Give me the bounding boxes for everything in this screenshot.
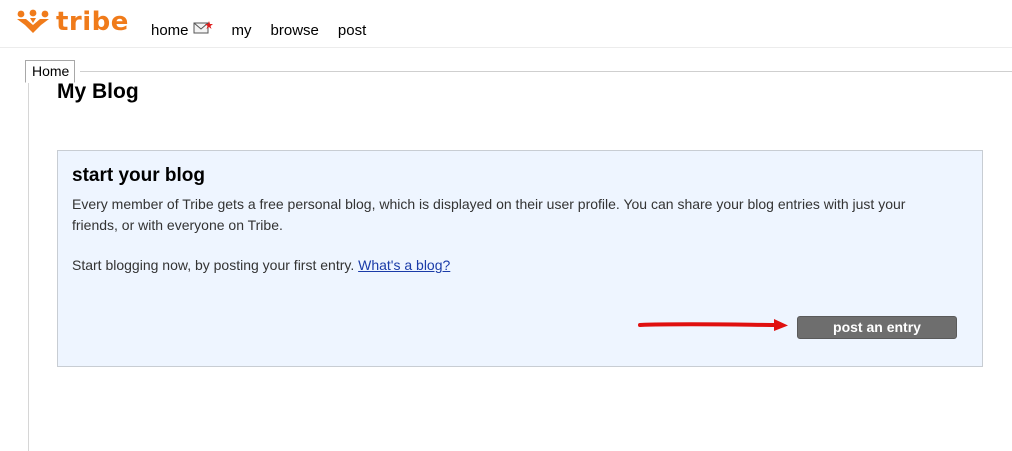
tribe-logo[interactable]: tribe bbox=[16, 9, 129, 35]
page: tribe home my browse post Home My Blog s… bbox=[0, 0, 1012, 451]
panel-cta: Start blogging now, by posting your firs… bbox=[72, 257, 450, 273]
cta-text: Start blogging now, by posting your firs… bbox=[72, 257, 355, 273]
page-title: My Blog bbox=[57, 80, 139, 103]
logo-wordmark: tribe bbox=[56, 7, 129, 37]
annotation-arrow-icon bbox=[638, 319, 788, 331]
nav-browse[interactable]: browse bbox=[271, 22, 319, 39]
start-blog-panel: start your blog Every member of Tribe ge… bbox=[57, 150, 983, 367]
main-nav: home my browse post bbox=[151, 21, 385, 39]
post-an-entry-button[interactable]: post an entry bbox=[797, 316, 957, 339]
nav-home[interactable]: home bbox=[151, 21, 213, 39]
nav-my[interactable]: my bbox=[232, 22, 252, 39]
top-navigation-bar: tribe home my browse post bbox=[0, 0, 1012, 48]
panel-title: start your blog bbox=[72, 165, 206, 186]
tab-home[interactable]: Home bbox=[25, 60, 76, 83]
whats-a-blog-link[interactable]: What's a blog? bbox=[358, 257, 450, 273]
mail-notification-icon bbox=[193, 20, 213, 38]
tab-divider bbox=[80, 71, 1012, 72]
nav-post[interactable]: post bbox=[338, 22, 366, 39]
tribe-figures-icon bbox=[17, 9, 49, 33]
panel-description: Every member of Tribe gets a free person… bbox=[72, 196, 906, 233]
content-left-border bbox=[28, 83, 29, 451]
nav-home-label: home bbox=[151, 21, 189, 39]
